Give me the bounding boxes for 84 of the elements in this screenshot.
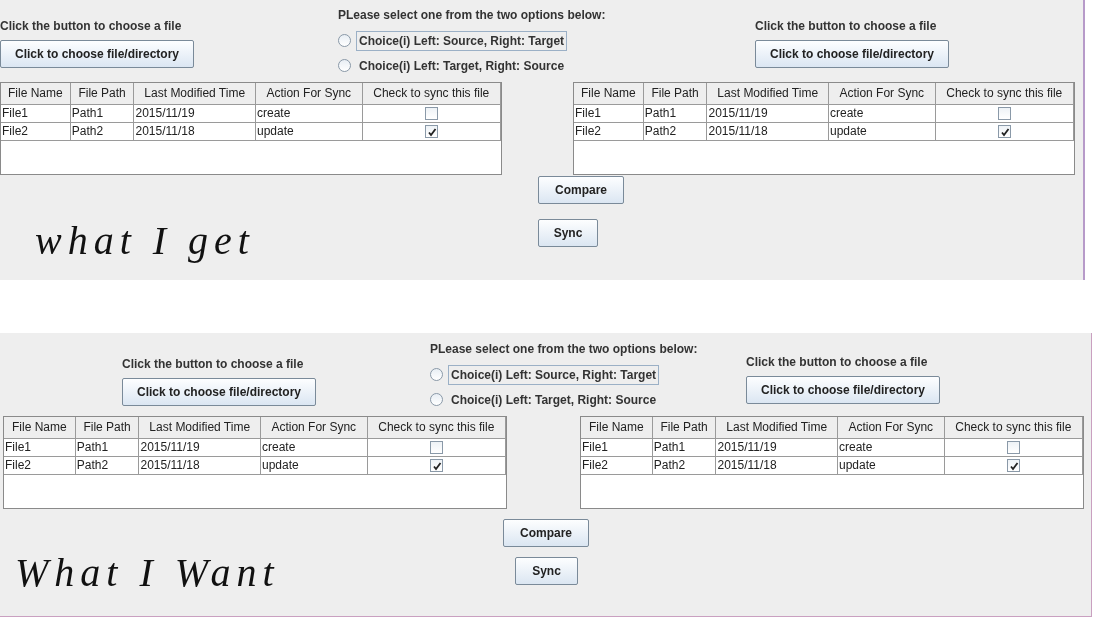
table-cell: create: [838, 439, 945, 456]
table-cell: 2015/11/18: [139, 457, 261, 474]
column-header[interactable]: File Name: [1, 83, 71, 104]
column-header[interactable]: File Name: [4, 417, 76, 438]
column-header[interactable]: Check to sync this file: [944, 417, 1083, 438]
radio-button[interactable]: [338, 59, 351, 72]
action-button[interactable]: Sync: [538, 219, 598, 247]
table-cell: 2015/11/19: [707, 105, 829, 122]
table-cell: Path1: [643, 105, 708, 122]
radio-label[interactable]: Choice(i) Left: Target, Right: Source: [356, 55, 568, 76]
table-cell: Path1: [70, 105, 135, 122]
table-cell: File2: [4, 457, 76, 474]
table-cell: File1: [581, 439, 653, 456]
action-button[interactable]: Sync: [515, 557, 578, 585]
table-cell: 2015/11/18: [707, 123, 829, 140]
choose-file-button[interactable]: Click to choose file/directory: [755, 40, 949, 68]
table-cell: update: [838, 457, 945, 474]
handwritten-caption: what I get: [35, 218, 255, 263]
column-header[interactable]: Last Modified Time: [707, 83, 829, 104]
column-header[interactable]: File Name: [574, 83, 644, 104]
handwritten-caption: What I Want: [15, 550, 280, 595]
table-cell: File1: [1, 105, 71, 122]
table-cell: update: [829, 123, 936, 140]
column-header[interactable]: Action For Sync: [829, 83, 936, 104]
table-cell: update: [261, 457, 368, 474]
table-cell: Path1: [75, 439, 140, 456]
column-header[interactable]: Action For Sync: [256, 83, 363, 104]
table-cell: File1: [574, 105, 644, 122]
column-header[interactable]: Last Modified Time: [716, 417, 838, 438]
chooser-label: Click the button to choose a file: [755, 19, 937, 33]
column-header[interactable]: File Path: [652, 417, 717, 438]
radio-button[interactable]: [338, 34, 351, 47]
column-header[interactable]: File Path: [75, 417, 140, 438]
radio-button[interactable]: [430, 368, 443, 381]
column-header[interactable]: Check to sync this file: [935, 83, 1074, 104]
column-header[interactable]: File Path: [643, 83, 708, 104]
chooser-label: Click the button to choose a file: [0, 19, 182, 33]
checkbox[interactable]: [1007, 459, 1021, 472]
table-cell: Path2: [652, 457, 717, 474]
table-cell: Path2: [70, 123, 135, 140]
table-cell: Path2: [643, 123, 708, 140]
options-prompt: PLease select one from the two options below:: [430, 342, 699, 356]
checkbox[interactable]: [425, 125, 439, 138]
radio-label[interactable]: Choice(i) Left: Source, Right: Target: [448, 364, 660, 385]
checkbox[interactable]: [998, 107, 1012, 120]
table-cell: File1: [4, 439, 76, 456]
radio-label[interactable]: Choice(i) Left: Target, Right: Source: [448, 389, 660, 410]
table-cell: File2: [581, 457, 653, 474]
column-header[interactable]: Action For Sync: [838, 417, 945, 438]
table-cell: create: [256, 105, 363, 122]
checkbox[interactable]: [430, 441, 444, 454]
column-header[interactable]: File Name: [581, 417, 653, 438]
action-button[interactable]: Compare: [538, 176, 624, 204]
checkbox[interactable]: [998, 125, 1012, 138]
table-cell: 2015/11/19: [139, 439, 261, 456]
action-button[interactable]: Compare: [503, 519, 589, 547]
table-cell: Path1: [652, 439, 717, 456]
chooser-label: Click the button to choose a file: [122, 357, 304, 371]
checkbox[interactable]: [430, 459, 444, 472]
column-header[interactable]: Check to sync this file: [367, 417, 506, 438]
table-cell: 2015/11/19: [716, 439, 838, 456]
table-cell: create: [829, 105, 936, 122]
radio-label[interactable]: Choice(i) Left: Source, Right: Target: [356, 30, 568, 51]
table-cell: 2015/11/19: [134, 105, 256, 122]
checkbox[interactable]: [425, 107, 439, 120]
table-cell: File2: [1, 123, 71, 140]
column-header[interactable]: Check to sync this file: [362, 83, 501, 104]
choose-file-button[interactable]: Click to choose file/directory: [122, 378, 316, 406]
table-cell: 2015/11/18: [134, 123, 256, 140]
chooser-label: Click the button to choose a file: [746, 355, 928, 369]
options-prompt: PLease select one from the two options below:: [338, 8, 607, 22]
checkbox[interactable]: [1007, 441, 1021, 454]
table-cell: 2015/11/18: [716, 457, 838, 474]
radio-button[interactable]: [430, 393, 443, 406]
choose-file-button[interactable]: Click to choose file/directory: [0, 40, 194, 68]
choose-file-button[interactable]: Click to choose file/directory: [746, 376, 940, 404]
column-header[interactable]: Last Modified Time: [139, 417, 261, 438]
column-header[interactable]: File Path: [70, 83, 135, 104]
table-cell: File2: [574, 123, 644, 140]
column-header[interactable]: Last Modified Time: [134, 83, 256, 104]
table-cell: create: [261, 439, 368, 456]
column-header[interactable]: Action For Sync: [261, 417, 368, 438]
table-cell: Path2: [75, 457, 140, 474]
table-cell: update: [256, 123, 363, 140]
